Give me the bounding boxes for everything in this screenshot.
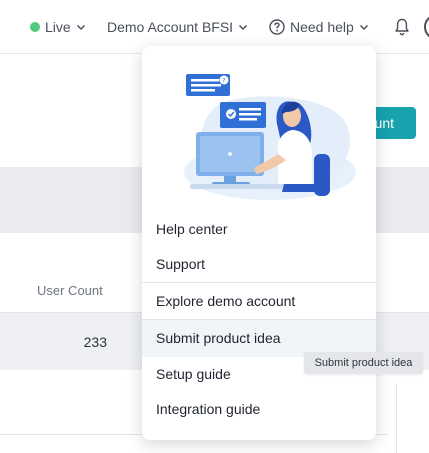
question-circle-icon: [269, 19, 285, 35]
tooltip: Submit product idea: [304, 352, 423, 374]
account-label: Demo Account BFSI: [107, 19, 234, 35]
menu-item-help-center[interactable]: Help center: [142, 212, 376, 246]
menu-divider: [142, 282, 376, 283]
cell-user-count: 233: [83, 334, 107, 350]
column-header-user-count[interactable]: User Count: [37, 283, 103, 298]
need-help-button[interactable]: Need help: [269, 17, 369, 37]
environment-selector[interactable]: Live: [30, 17, 86, 37]
chevron-down-icon: [76, 24, 85, 31]
live-status-dot: [30, 22, 40, 32]
account-selector[interactable]: Demo Account BFSI: [107, 17, 248, 37]
support-illustration: ?: [184, 74, 356, 200]
chevron-down-icon: [359, 24, 368, 31]
need-help-label: Need help: [290, 19, 354, 35]
chevron-down-icon: [239, 24, 248, 31]
menu-item-explore-demo-account[interactable]: Explore demo account: [142, 284, 376, 318]
user-avatar[interactable]: [424, 14, 429, 40]
menu-item-integration-guide[interactable]: Integration guide: [142, 392, 376, 426]
notifications-bell-icon[interactable]: [394, 18, 410, 36]
svg-text:?: ?: [222, 78, 225, 85]
menu-item-support[interactable]: Support: [142, 247, 376, 281]
help-dropdown-menu: ? Help center Support Explore demo accou…: [142, 46, 376, 440]
environment-label: Live: [45, 19, 71, 35]
